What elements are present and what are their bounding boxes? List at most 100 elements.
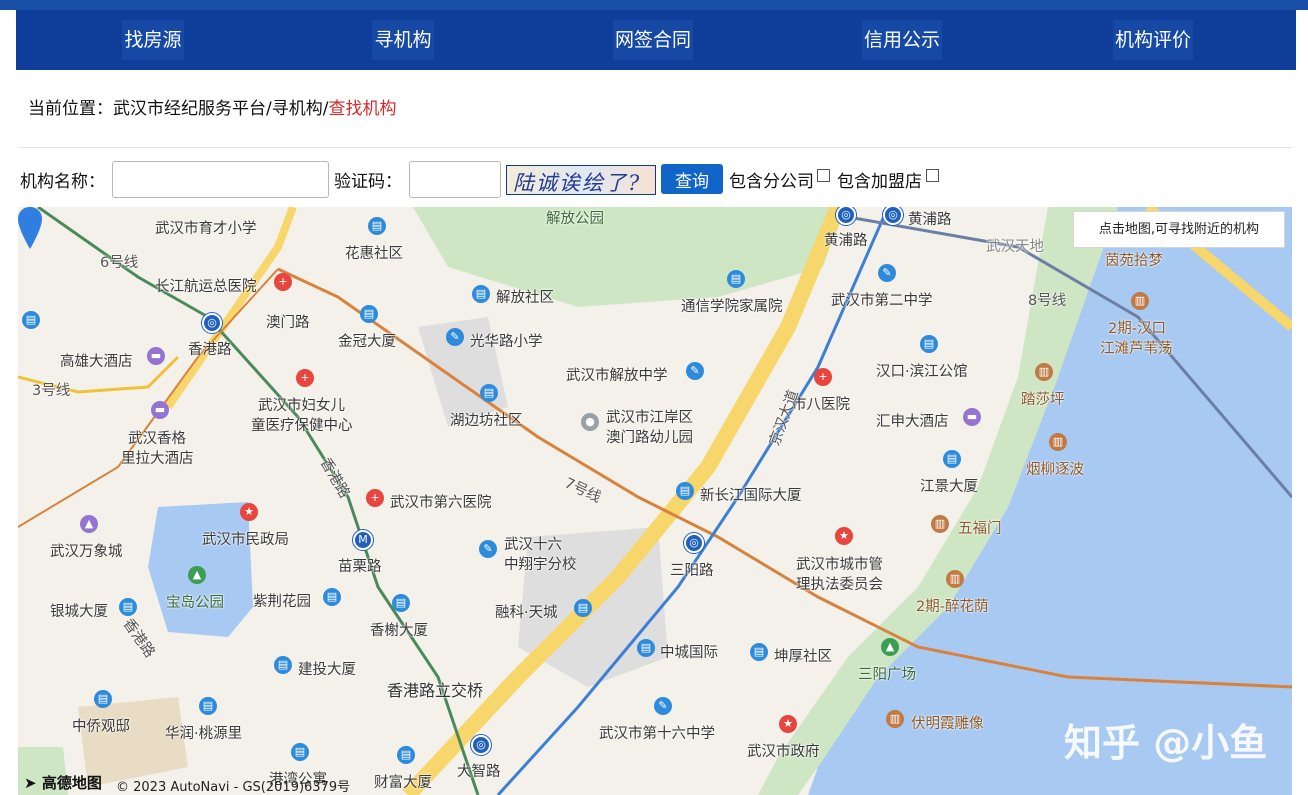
map-label: 6号线 (100, 255, 139, 271)
metro-icon: M (353, 530, 373, 550)
map-label: 香榭大厦 (370, 623, 428, 639)
shopping-icon: ▲ (80, 515, 98, 533)
include-franchise-checkbox[interactable] (926, 169, 939, 182)
landmark-icon: ▥ (946, 570, 964, 588)
metro-icon: ◎ (684, 533, 704, 553)
map-label: 2期-醉花荫 (916, 599, 989, 615)
map-label: 解放公园 (546, 211, 604, 227)
map-label: 中侨观邸 (72, 719, 130, 735)
arrow-icon: ➤ (24, 774, 37, 792)
nav-online-contract[interactable]: 网签合同 (613, 20, 693, 60)
main-nav: 找房源 寻机构 网签合同 信用公示 机构评价 (16, 10, 1296, 70)
map-label: 银城大厦 (50, 604, 108, 620)
building-icon: ▤ (94, 690, 112, 708)
map-label: 汉口·滨江公馆 (876, 364, 968, 380)
breadcrumb-path[interactable]: 武汉市经纪服务平台/寻机构/ (113, 99, 328, 119)
building-icon: ▤ (291, 743, 309, 761)
hospital-icon: + (366, 489, 384, 507)
nav-agency-rating[interactable]: 机构评价 (1113, 20, 1193, 60)
school-icon: ✎ (479, 540, 497, 558)
map-label: 大智路 (457, 764, 501, 780)
map-label: 黄浦路 (908, 212, 952, 228)
park-icon: ▲ (881, 638, 899, 656)
map-canvas[interactable]: 点击地图,可寻找附近的机构 解放公园 武汉市育才小学 ▤ 花惠社区 黄浦路 ◎ … (18, 207, 1292, 795)
map-label: 武汉市第二中学 (831, 293, 933, 309)
map-label: 黄浦路 (824, 233, 868, 249)
nav-find-agency[interactable]: 寻机构 (372, 20, 434, 60)
map-label: 武汉市城市管 (796, 557, 883, 573)
map-label: 武汉市妇女儿 (258, 398, 345, 414)
map-label: 解放社区 (496, 290, 554, 306)
building-icon: ▤ (472, 285, 490, 303)
map-label: 烟柳逐波 (1026, 462, 1084, 478)
map-label: 8号线 (1028, 293, 1067, 309)
captcha-input[interactable] (409, 161, 501, 198)
search-bar: 机构名称： 验证码： 陆诚诶绘了? 查询 包含分公司 包含加盟店 (18, 147, 1292, 208)
map-label: 江景大厦 (920, 479, 978, 495)
agency-name-input[interactable] (112, 161, 329, 198)
landmark-icon: ▥ (1035, 363, 1053, 381)
location-pin-icon[interactable] (18, 207, 42, 249)
watermark: 知乎 @小鱼 (1064, 721, 1268, 765)
map-label: 武汉市民政局 (202, 532, 289, 548)
map-label: 武汉十六 (504, 537, 562, 553)
map-label: 澳门路 (266, 315, 310, 331)
include-branch-checkbox[interactable] (817, 169, 830, 182)
nav-credit-publicity[interactable]: 信用公示 (862, 20, 942, 60)
map-label: 长江航运总医院 (155, 279, 257, 295)
map-label: 坤厚社区 (774, 649, 832, 665)
building-icon: ▤ (750, 643, 768, 661)
map-label: 通信学院家属院 (681, 299, 783, 315)
government-icon: ★ (779, 715, 797, 733)
map-label: 茵苑拾梦 (1105, 253, 1163, 269)
landmark-icon: ▥ (886, 710, 904, 728)
map-label: 3号线 (32, 383, 71, 399)
building-icon: ▤ (22, 311, 40, 329)
map-tip: 点击地图,可寻找附近的机构 (1073, 211, 1285, 248)
map-label: 三阳路 (670, 563, 714, 579)
map-label: 财富大厦 (374, 775, 432, 791)
map-copyright: © 2023 AutoNavi - GS(2019)6379号 (116, 780, 351, 795)
hotel-icon: ▬ (963, 408, 981, 426)
hospital-icon: + (814, 368, 832, 386)
include-franchise-label: 包含加盟店 (837, 172, 922, 192)
query-button[interactable]: 查询 (661, 164, 723, 194)
map-label: 五福门 (958, 521, 1002, 537)
map-label: 澳门路幼儿园 (606, 430, 693, 446)
breadcrumb: 当前位置：武汉市经纪服务平台/寻机构/查找机构 (28, 94, 396, 119)
hospital-icon: + (296, 369, 314, 387)
captcha-text: 陆诚诶绘了? (513, 171, 642, 195)
map-label: 武汉市育才小学 (155, 221, 257, 237)
map-label: 花惠社区 (345, 246, 403, 262)
building-icon: ▤ (727, 270, 745, 288)
amap-logo: ➤ 高德地图 (24, 772, 102, 793)
map-label: 中城国际 (660, 645, 718, 661)
breadcrumb-prefix: 当前位置： (28, 99, 113, 119)
agency-name-label: 机构名称： (20, 172, 105, 192)
government-icon: ★ (835, 527, 853, 545)
captcha-image[interactable]: 陆诚诶绘了? (506, 165, 656, 195)
government-icon: ★ (240, 503, 258, 521)
hotel-icon: ▬ (151, 401, 169, 419)
map-label: 华润·桃源里 (165, 726, 243, 742)
map-label: 宝岛公园 (166, 595, 224, 611)
hotel-icon: ▬ (147, 347, 165, 365)
top-strip (0, 0, 1308, 10)
map-label: 武汉天地 (986, 239, 1044, 255)
building-icon: ▤ (392, 594, 410, 612)
map-label: 理执法委员会 (796, 577, 883, 593)
building-icon: ▤ (323, 588, 341, 606)
landmark-icon: ▥ (1049, 433, 1067, 451)
kindergarten-icon: ● (581, 413, 599, 431)
nav-find-house[interactable]: 找房源 (122, 20, 184, 60)
include-branch-label: 包含分公司 (729, 172, 814, 192)
map-label: 光华路小学 (470, 334, 543, 350)
map-label: 汇申大酒店 (876, 414, 949, 430)
map-label: 湖边坊社区 (450, 413, 523, 429)
building-icon: ▤ (360, 305, 378, 323)
map-label: 武汉市第六医院 (390, 495, 492, 511)
building-icon: ▤ (480, 384, 498, 402)
building-icon: ▤ (574, 599, 592, 617)
map-label: 2期-汉口 (1108, 321, 1166, 337)
amap-logo-text: 高德地图 (41, 774, 102, 792)
